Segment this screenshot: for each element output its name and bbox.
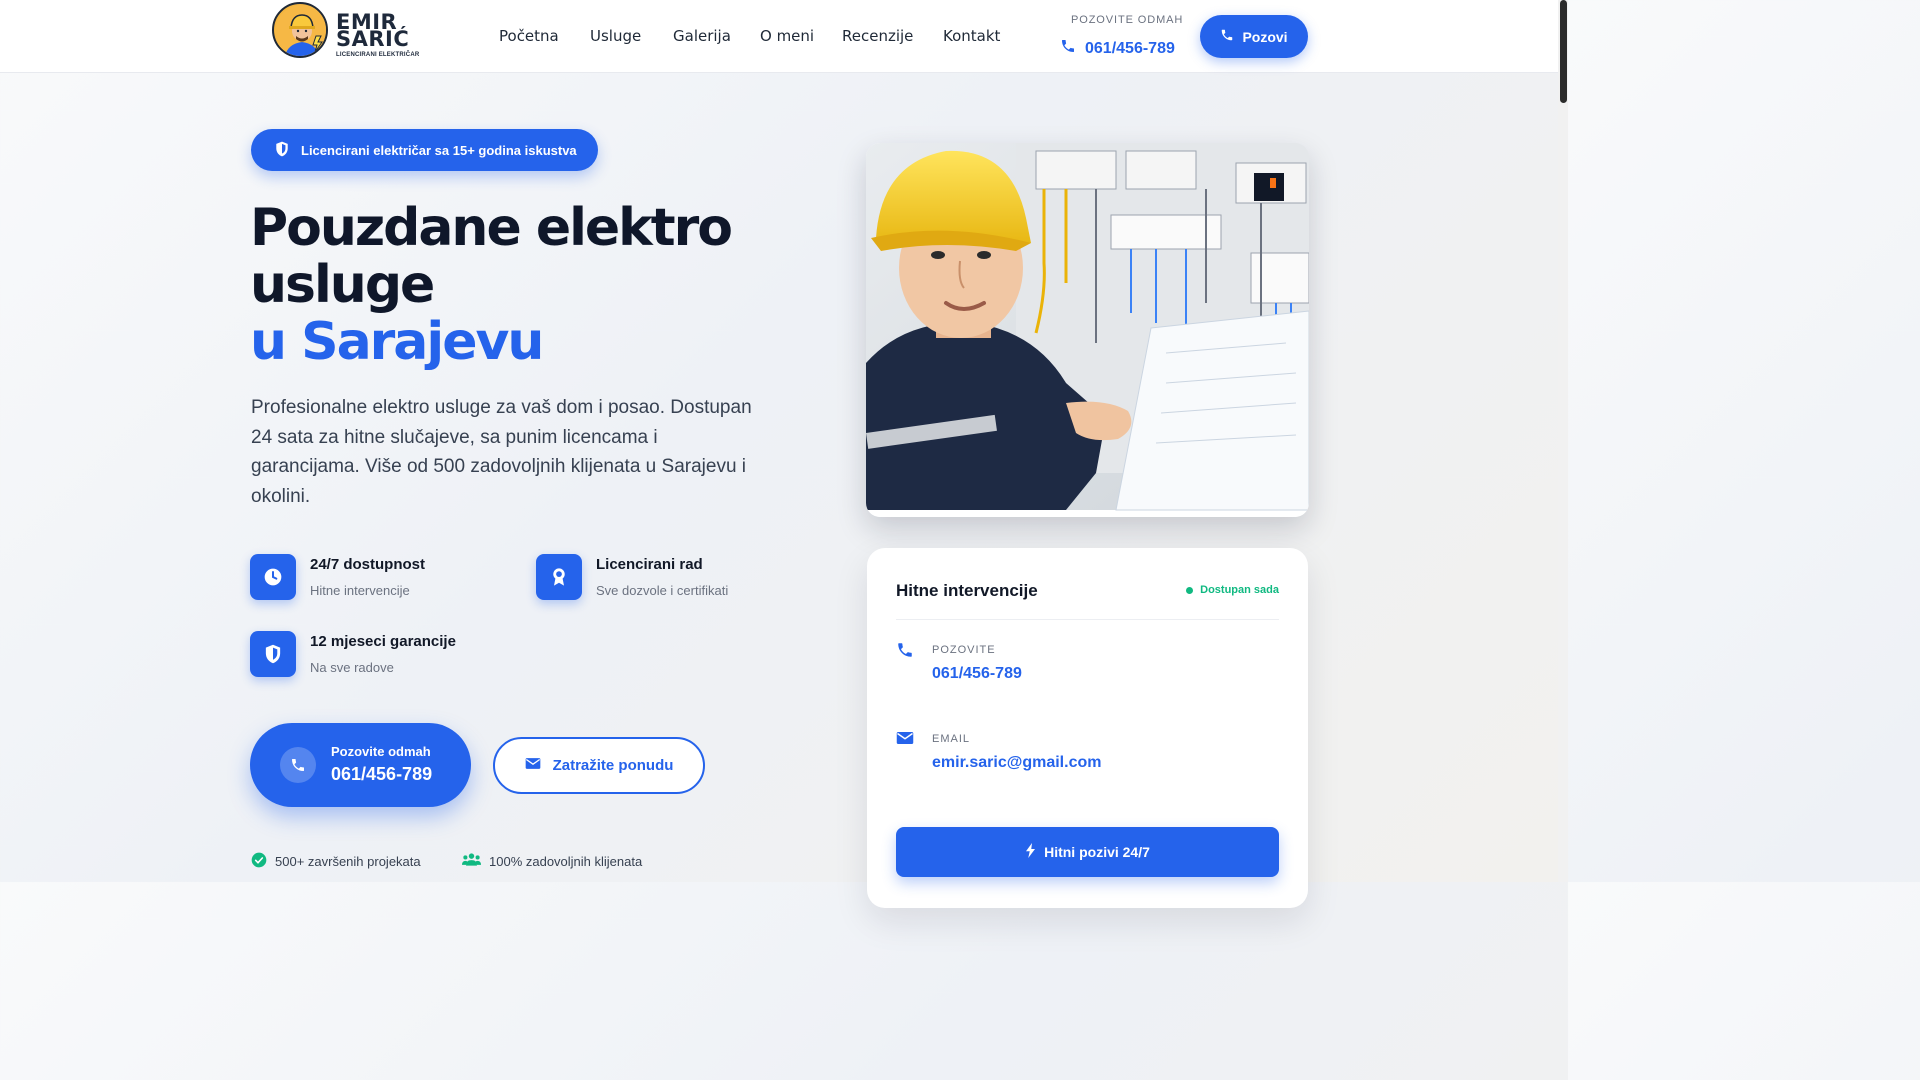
- call-now-phone: 061/456-789: [331, 764, 433, 784]
- scrollbar-track[interactable]: [1558, 0, 1568, 882]
- users-icon: [462, 852, 481, 870]
- call-now-label: POZOVITE ODMAH: [1071, 14, 1184, 26]
- logo-text-last: SARIĆ: [336, 27, 410, 51]
- phone-icon: [280, 747, 316, 783]
- call-now-button[interactable]: Pozovite odmah 061/456-789: [250, 723, 471, 807]
- email-label: EMAIL: [932, 733, 971, 745]
- nav-item-pocetna[interactable]: Početna: [499, 27, 559, 45]
- envelope-icon: [896, 731, 914, 750]
- hero-title: Pouzdane elektro usluge u Sarajevu: [250, 200, 810, 371]
- request-quote-label: Zatražite ponudu: [552, 757, 674, 774]
- feature-title: Licencirani rad: [596, 556, 703, 573]
- status-dot-icon: [1186, 586, 1194, 594]
- shield-icon: [275, 141, 289, 160]
- phone-icon: [1220, 28, 1234, 45]
- electrician-mascot-icon: [272, 2, 328, 58]
- call-button[interactable]: Pozovi: [1200, 15, 1308, 58]
- electrician-photo: [866, 143, 1309, 517]
- shield-icon: [250, 631, 296, 677]
- card-email-link[interactable]: emir.saric@gmail.com: [932, 754, 1101, 772]
- stat-clients-text: 100% zadovoljnih klijenata: [489, 853, 643, 869]
- header-phone-link[interactable]: 061/456-789: [1060, 38, 1175, 59]
- award-icon: [536, 554, 582, 600]
- feature-subtitle: Na sve radove: [310, 660, 394, 675]
- feature-title: 12 mjeseci garancije: [310, 633, 456, 650]
- card-phone-link[interactable]: 061/456-789: [932, 665, 1022, 683]
- nav-item-usluge[interactable]: Usluge: [590, 27, 641, 45]
- feature-title: 24/7 dostupnost: [310, 556, 426, 573]
- nav-item-o-meni[interactable]: O meni: [760, 27, 814, 45]
- stat-projects-text: 500+ završenih projekata: [275, 854, 421, 869]
- urgent-call-button[interactable]: Hitni pozivi 24/7: [896, 827, 1279, 877]
- call-now-label: Pozovite odmah: [331, 744, 431, 759]
- hero-title-line1: Pouzdane elektro: [250, 198, 733, 258]
- feature-subtitle: Sve dozvole i certifikati: [596, 583, 729, 598]
- emergency-card-title: Hitne intervencije: [896, 581, 1038, 600]
- hero-title-line2: usluge: [250, 255, 435, 315]
- feature-subtitle: Hitne intervencije: [310, 583, 410, 598]
- phone-icon: [896, 641, 914, 664]
- envelope-icon: [525, 757, 541, 774]
- phone-icon: [1060, 38, 1076, 59]
- stat-clients: 100% zadovoljnih klijenata: [462, 852, 642, 870]
- header-phone-number: 061/456-789: [1085, 39, 1175, 57]
- hero-title-accent: u Sarajevu: [250, 312, 544, 372]
- site-header: EMIR SARIĆ LICENCIRANI ELEKTRIČAR Početn…: [0, 0, 1558, 73]
- call-button-label: Pozovi: [1242, 28, 1288, 45]
- electrician-photo-illustration: [866, 143, 1309, 517]
- clock-icon: [250, 554, 296, 600]
- urgent-call-label: Hitni pozivi 24/7: [1044, 844, 1150, 860]
- logo-tagline: LICENCIRANI ELEKTRIČAR: [336, 52, 420, 58]
- experience-badge: Licencirani električar sa 15+ godina isk…: [251, 129, 598, 171]
- nav-item-galerija[interactable]: Galerija: [673, 27, 731, 45]
- logo[interactable]: EMIR SARIĆ LICENCIRANI ELEKTRIČAR: [272, 2, 432, 60]
- stat-projects: 500+ završenih projekata: [251, 852, 421, 871]
- check-circle-icon: [251, 852, 267, 871]
- emergency-card: Hitne intervencije Dostupan sada POZOVIT…: [867, 548, 1308, 908]
- lightning-icon: [1025, 843, 1036, 861]
- phone-label: POZOVITE: [932, 644, 996, 656]
- experience-badge-label: Licencirani električar sa 15+ godina isk…: [301, 142, 577, 158]
- divider: [896, 619, 1279, 620]
- nav-item-recenzije[interactable]: Recenzije: [842, 27, 913, 45]
- availability-status-text: Dostupan sada: [1200, 584, 1279, 596]
- scrollbar-thumb[interactable]: [1560, 0, 1567, 103]
- nav-item-kontakt[interactable]: Kontakt: [943, 27, 1000, 45]
- request-quote-button[interactable]: Zatražite ponudu: [493, 737, 705, 794]
- hero-description: Profesionalne elektro usluge za vaš dom …: [251, 397, 752, 507]
- availability-status: Dostupan sada: [1186, 584, 1279, 596]
